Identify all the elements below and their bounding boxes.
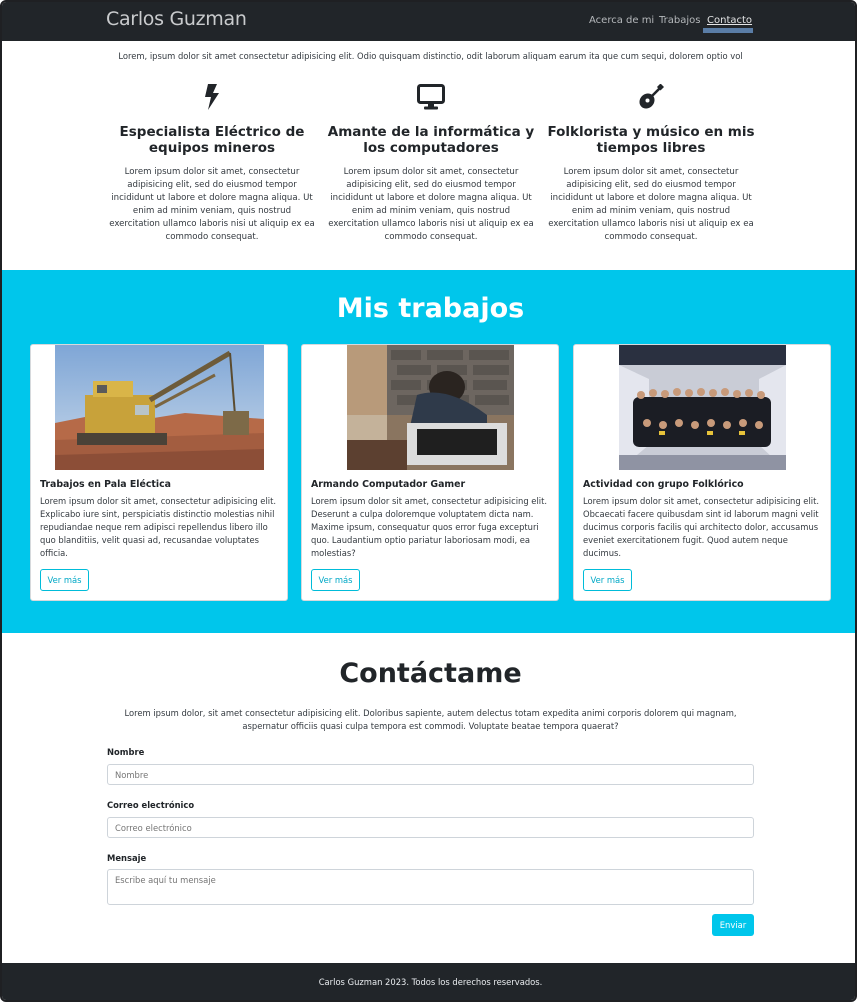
bolt-icon	[107, 82, 317, 112]
card-title: Actividad con grupo Folklórico	[583, 479, 744, 490]
name-label: Nombre	[107, 747, 145, 757]
work-card: Trabajos en Pala Eléctica Lorem ipsum do…	[30, 344, 288, 601]
guitar-icon	[546, 82, 756, 112]
card-title: Trabajos en Pala Eléctica	[40, 479, 172, 490]
folk-group-image	[619, 345, 786, 470]
email-input[interactable]	[107, 817, 754, 838]
works-title: Mis trabajos	[336, 293, 525, 324]
about-text: Lorem ipsum dolor sit amet, consectetur …	[328, 167, 534, 242]
nav-link-works[interactable]: Trabajos	[659, 15, 700, 26]
works-section: Mis trabajos Trabajos en Pala Eléctica L…	[2, 270, 855, 633]
navbar: Carlos Guzman Acerca de mi Trabajos Cont…	[2, 2, 855, 41]
about-title: Amante de la informática y los computado…	[327, 124, 535, 156]
computer-build-image	[347, 345, 514, 470]
card-title: Armando Computador Gamer	[311, 479, 466, 490]
contact-description: Lorem ipsum dolor, sit amet consectetur …	[124, 708, 737, 731]
brand-logo[interactable]: Carlos Guzman	[106, 8, 247, 30]
about-text: Lorem ipsum dolor sit amet, consectetur …	[109, 167, 315, 242]
footer: Carlos Guzman 2023. Todos los derechos r…	[2, 963, 855, 1000]
work-card: Armando Computador Gamer Lorem ipsum dol…	[301, 344, 559, 601]
footer-text: Carlos Guzman 2023. Todos los derechos r…	[318, 977, 543, 987]
ver-mas-button[interactable]: Ver más	[583, 569, 632, 591]
contact-title: Contáctame	[339, 658, 522, 689]
work-card: Actividad con grupo Folklórico Lorem ips…	[573, 344, 831, 601]
intro-text: Lorem, ipsum dolor sit amet consectetur …	[118, 51, 743, 61]
card-text: Lorem ipsum dolor sit amet, consectetur …	[311, 496, 548, 558]
page-frame: Carlos Guzman Acerca de mi Trabajos Cont…	[0, 0, 857, 1002]
email-label: Correo electrónico	[107, 800, 195, 810]
nav-link-about[interactable]: Acerca de mi	[589, 15, 654, 26]
about-title: Especialista Eléctrico de equipos minero…	[119, 124, 305, 156]
desktop-icon	[326, 82, 536, 112]
name-input[interactable]	[107, 764, 754, 785]
ver-mas-button[interactable]: Ver más	[40, 569, 89, 591]
active-nav-indicator	[703, 28, 753, 33]
card-text: Lorem ipsum dolor sit amet, consectetur …	[583, 496, 820, 558]
card-text: Lorem ipsum dolor sit amet, consectetur …	[40, 496, 277, 558]
ver-mas-button[interactable]: Ver más	[311, 569, 360, 591]
about-item-music: Folklorista y músico en mis tiempos libr…	[546, 82, 756, 244]
message-label: Mensaje	[107, 853, 147, 863]
about-text: Lorem ipsum dolor sit amet, consectetur …	[548, 167, 754, 242]
about-item-computers: Amante de la informática y los computado…	[326, 82, 536, 244]
message-textarea[interactable]	[107, 869, 754, 905]
about-title: Folklorista y músico en mis tiempos libr…	[547, 124, 755, 156]
mining-shovel-image	[55, 345, 264, 470]
about-item-electric: Especialista Eléctrico de equipos minero…	[107, 82, 317, 244]
send-button[interactable]: Enviar	[712, 914, 754, 936]
nav-link-contact[interactable]: Contacto	[707, 15, 752, 26]
